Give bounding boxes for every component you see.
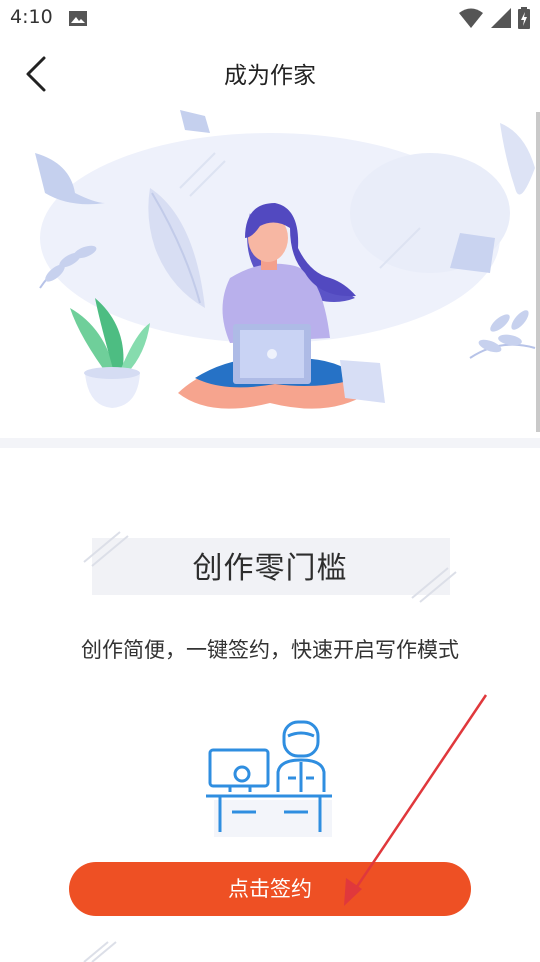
navigation-bar: 成为作家 [0, 36, 540, 108]
section-title-block: 创作零门槛 [80, 530, 460, 604]
status-time: 4:10 [10, 6, 53, 28]
battery-icon [518, 7, 530, 29]
wifi-icon [459, 8, 483, 28]
scroll-indicator [536, 112, 540, 432]
writer-at-computer-icon [206, 720, 332, 837]
section-divider [0, 438, 540, 448]
page-title: 成为作家 [224, 63, 316, 89]
status-bar: 4:10 [0, 0, 540, 36]
cell-signal-icon [491, 8, 511, 28]
decorative-lines-icon [83, 941, 117, 962]
sign-contract-button[interactable]: 点击签约 [69, 862, 471, 916]
image-notification-icon [69, 11, 87, 26]
woman-with-laptop-illustration [35, 110, 536, 409]
section-description: 创作简便，一键签约，快速开启写作模式 [81, 638, 459, 662]
hero-illustration [0, 108, 540, 438]
section-title: 创作零门槛 [192, 551, 348, 586]
